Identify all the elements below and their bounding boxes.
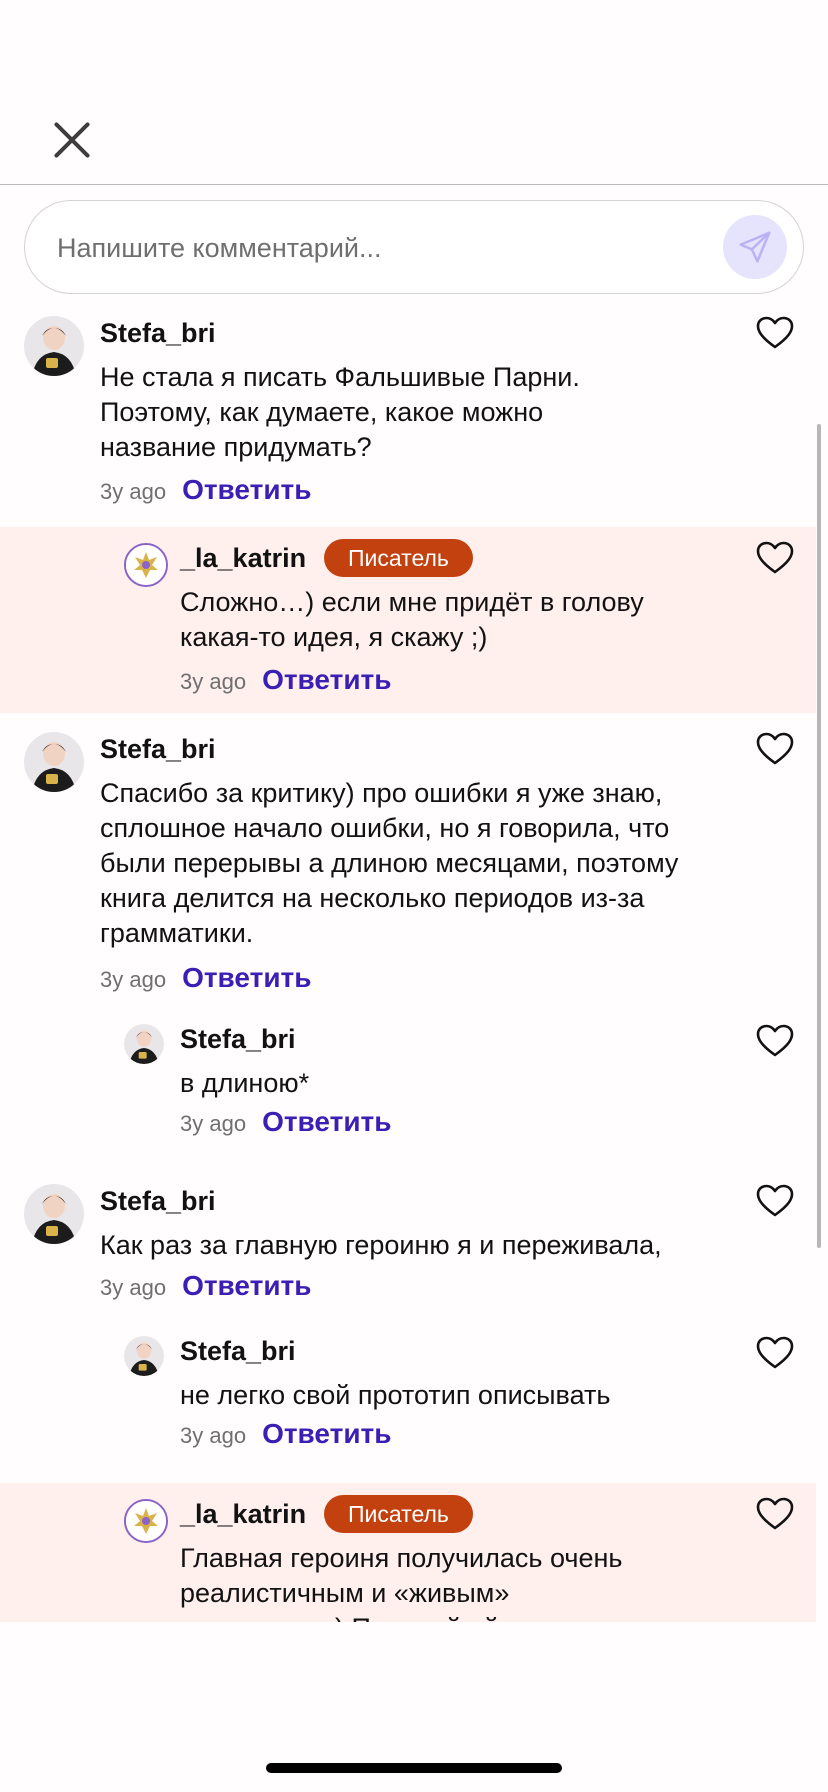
scrollbar[interactable] [817, 424, 821, 1248]
heart-icon[interactable] [756, 1497, 794, 1531]
writer-badge: Писатель [324, 539, 473, 577]
heart-icon[interactable] [756, 541, 794, 575]
username[interactable]: _la_katrin [180, 1499, 306, 1530]
timestamp: 3y ago [100, 967, 167, 992]
avatar[interactable] [24, 732, 84, 792]
comment-composer [24, 200, 804, 294]
timestamp: 3y ago [100, 1275, 167, 1300]
close-icon[interactable] [46, 114, 98, 166]
comment-reply: _la_katrin Писатель Сложно…) если мне пр… [0, 527, 816, 713]
username[interactable]: _la_katrin [180, 543, 306, 574]
reply-button[interactable]: Ответить [182, 962, 311, 993]
reply-button[interactable]: Ответить [182, 474, 311, 505]
comment-meta: 3y ago Ответить [180, 664, 391, 696]
comment-text: Не стала я писать Фальшивые Парни. Поэто… [100, 362, 580, 462]
heart-icon[interactable] [756, 732, 794, 766]
heart-icon[interactable] [756, 1336, 794, 1370]
timestamp: 3y ago [100, 479, 167, 504]
comment-text: в длиною* [180, 1068, 310, 1098]
avatar[interactable] [124, 1336, 164, 1376]
reply-button[interactable]: Ответить [262, 1106, 391, 1137]
timestamp: 3y ago [180, 1111, 247, 1136]
comment-meta: 3y ago Ответить [180, 1418, 391, 1450]
reply-button[interactable]: Ответить [182, 1270, 311, 1301]
comment-meta: 3y ago Ответить [100, 474, 311, 506]
comment-text: Как раз за главную героиню я и переживал… [100, 1230, 662, 1260]
comment-reply: Stefa_bri в длиною* 3y ago Ответить [0, 1010, 816, 1160]
username[interactable]: Stefa_bri [100, 318, 216, 349]
comment-list[interactable]: Stefa_bri Не стала я писать Фальшивые Па… [0, 296, 828, 1622]
comment-text: не легко свой прототип описывать [180, 1380, 611, 1410]
username[interactable]: Stefa_bri [100, 734, 216, 765]
comment-reply: _la_katrin Писатель Главная героиня полу… [0, 1483, 816, 1622]
comment-text: Спасибо за критику) про ошибки я уже зна… [100, 778, 679, 948]
reply-button[interactable]: Ответить [262, 664, 391, 695]
comment-input[interactable] [55, 223, 709, 273]
heart-icon[interactable] [756, 1184, 794, 1218]
comment-text: Главная героиня получилась очень реалист… [180, 1543, 623, 1622]
avatar[interactable] [24, 1184, 84, 1244]
heart-icon[interactable] [756, 1024, 794, 1058]
comment-meta: 3y ago Ответить [100, 962, 311, 994]
username[interactable]: Stefa_bri [180, 1024, 296, 1055]
writer-badge: Писатель [324, 1495, 473, 1533]
heart-icon[interactable] [756, 316, 794, 350]
avatar[interactable] [124, 1024, 164, 1064]
comment-meta: 3y ago Ответить [180, 1106, 391, 1138]
comment: Stefa_bri Спасибо за критику) про ошибки… [0, 714, 816, 994]
comment-reply: Stefa_bri не легко свой прототип описыва… [0, 1322, 816, 1472]
comment-meta: 3y ago Ответить [100, 1270, 311, 1302]
avatar[interactable] [24, 316, 84, 376]
username[interactable]: Stefa_bri [100, 1186, 216, 1217]
top-bar [0, 0, 828, 185]
avatar[interactable] [124, 1499, 168, 1543]
comment-text: Сложно…) если мне придёт в голову какая-… [180, 587, 644, 652]
send-button[interactable] [723, 215, 787, 279]
reply-button[interactable]: Ответить [262, 1418, 391, 1449]
comment: Stefa_bri Не стала я писать Фальшивые Па… [0, 296, 816, 506]
timestamp: 3y ago [180, 1423, 247, 1448]
avatar[interactable] [124, 543, 168, 587]
send-icon [739, 231, 771, 263]
timestamp: 3y ago [180, 669, 247, 694]
comment: Stefa_bri Как раз за главную героиню я и… [0, 1166, 816, 1306]
username[interactable]: Stefa_bri [180, 1336, 296, 1367]
home-indicator[interactable] [266, 1763, 562, 1773]
